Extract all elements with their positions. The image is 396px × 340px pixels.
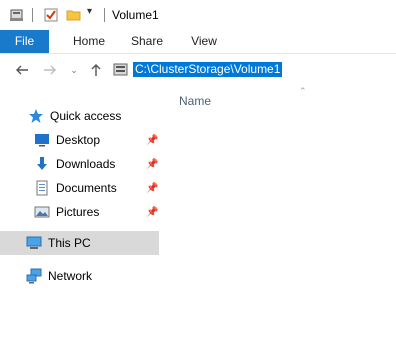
tab-view[interactable]: View — [184, 30, 224, 53]
forward-button[interactable] — [42, 62, 58, 78]
title-bar: ▾ Volume1 — [0, 0, 396, 30]
pin-icon[interactable]: 📌 — [146, 207, 158, 219]
column-header-name[interactable]: Name — [179, 94, 211, 108]
checkmark-icon[interactable] — [43, 7, 59, 26]
nav-label: Network — [48, 269, 93, 283]
pictures-icon — [34, 204, 50, 220]
drive-icon — [112, 61, 130, 82]
back-button[interactable] — [14, 62, 30, 78]
pin-icon[interactable]: 📌 — [146, 183, 158, 195]
nav-label: Downloads — [56, 157, 116, 171]
tab-share[interactable]: Share — [127, 30, 167, 53]
forward-arrow-icon — [44, 65, 56, 75]
pin-icon[interactable]: 📌 — [146, 135, 158, 147]
desktop-icon — [34, 132, 50, 148]
ribbon-tabs: File Home Share View — [0, 30, 396, 54]
pin-icon[interactable]: 📌 — [146, 159, 158, 171]
computer-icon — [26, 235, 42, 251]
nav-quick-access[interactable]: Quick access — [28, 105, 158, 127]
address-bar[interactable]: C:\ClusterStorage\Volume1 — [109, 59, 396, 81]
downloads-icon — [34, 156, 50, 172]
sidebar-item-pictures[interactable]: Pictures — [34, 201, 154, 223]
back-arrow-icon — [16, 65, 28, 75]
network-icon — [26, 268, 42, 284]
up-arrow-icon — [91, 64, 101, 76]
documents-icon — [34, 180, 50, 196]
window-title: Volume1 — [112, 8, 159, 22]
properties-icon[interactable] — [9, 7, 25, 26]
recent-locations-chevron-icon[interactable]: ⌄ — [66, 62, 82, 78]
tab-file[interactable]: File — [0, 30, 49, 53]
new-folder-icon[interactable] — [66, 7, 82, 26]
sidebar-item-network[interactable]: Network — [26, 265, 156, 287]
sort-ascending-icon: ⌃ — [299, 86, 307, 96]
sidebar-item-desktop[interactable]: Desktop — [34, 129, 154, 151]
nav-label: Quick access — [50, 109, 122, 123]
up-button[interactable] — [88, 62, 104, 78]
nav-label: Desktop — [56, 133, 101, 147]
customize-toolbar-icon[interactable]: ▾ — [87, 6, 92, 17]
star-icon — [28, 108, 44, 124]
tab-home[interactable]: Home — [69, 30, 109, 53]
toolbar-separator — [32, 8, 33, 22]
sidebar-item-downloads[interactable]: Downloads — [34, 153, 154, 175]
nav-label: Pictures — [56, 205, 100, 219]
address-path[interactable]: C:\ClusterStorage\Volume1 — [133, 62, 283, 77]
sidebar-item-this-pc[interactable]: This PC — [26, 232, 156, 254]
sidebar-item-documents[interactable]: Documents — [34, 177, 154, 199]
toolbar-separator — [104, 8, 105, 22]
nav-label: This PC — [48, 236, 91, 250]
nav-label: Documents — [56, 181, 117, 195]
